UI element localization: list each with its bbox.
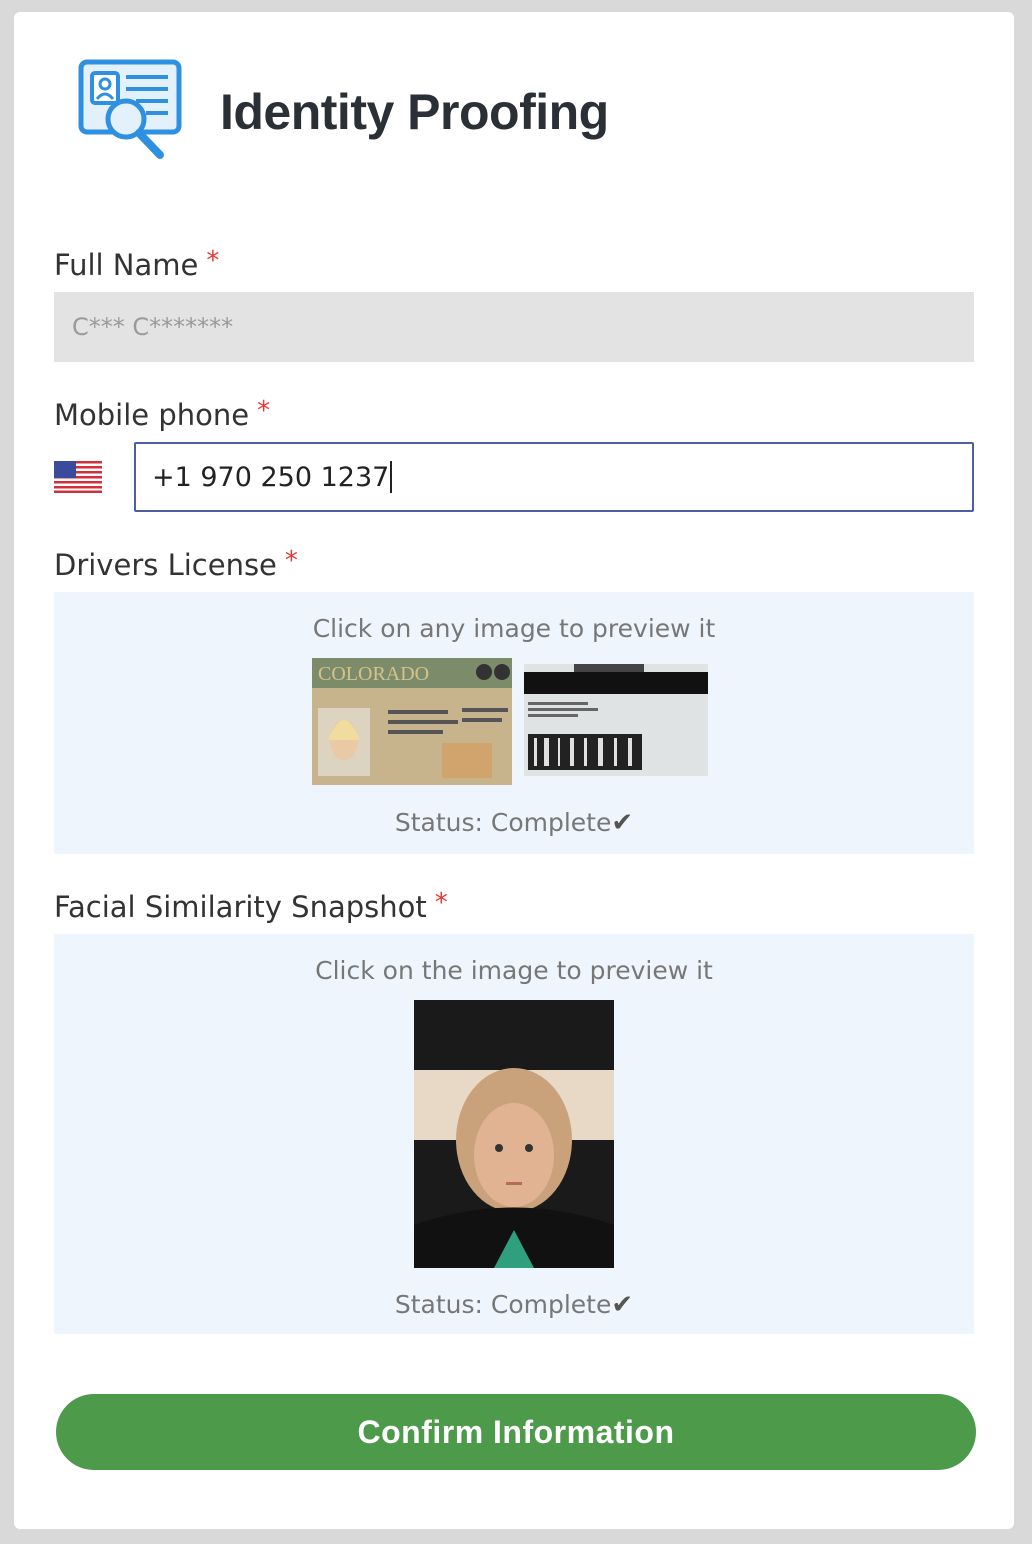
app-title: Identity Proofing xyxy=(220,84,609,140)
drivers-license-label-text: Drivers License xyxy=(54,548,277,582)
license-preview-hint: Click on any image to preview it xyxy=(312,614,716,643)
license-front-image[interactable]: COLORADO xyxy=(312,658,512,785)
snapshot-status-text: Status: Complete xyxy=(394,1290,612,1319)
text-caret xyxy=(390,461,393,493)
confirm-information-button[interactable]: Confirm Information xyxy=(56,1394,976,1470)
facial-snapshot-panel: Click on the image to preview it Status:… xyxy=(54,934,974,1334)
face-snapshot-image[interactable] xyxy=(414,1000,614,1268)
full-name-field: C*** C******* xyxy=(54,292,974,362)
full-name-label-text: Full Name xyxy=(54,248,199,282)
drivers-license-panel: Click on any image to preview it COLORAD… xyxy=(54,592,974,854)
mobile-phone-input[interactable]: +1 970 250 1237 xyxy=(134,442,974,512)
checkmark-icon: ✔ xyxy=(611,1290,634,1320)
license-status: Status: Complete✔ xyxy=(54,808,974,838)
facial-snapshot-label-text: Facial Similarity Snapshot xyxy=(54,890,427,924)
mobile-phone-value: +1 970 250 1237 xyxy=(152,461,390,493)
required-mark: * xyxy=(257,396,271,426)
snapshot-preview-hint: Click on the image to preview it xyxy=(315,956,713,985)
mobile-phone-label: Mobile phone * xyxy=(54,396,271,432)
license-back-image[interactable] xyxy=(524,664,708,776)
required-mark: * xyxy=(206,246,220,276)
identity-form-card: Identity Proofing Full Name * C*** C*****… xyxy=(14,12,1014,1529)
required-mark: * xyxy=(284,546,298,576)
snapshot-status: Status: Complete✔ xyxy=(54,1290,974,1320)
header: Identity Proofing xyxy=(78,50,609,174)
license-thumbnails: COLORADO xyxy=(312,658,708,785)
drivers-license-label: Drivers License * xyxy=(54,546,298,582)
id-card-search-icon xyxy=(78,59,182,159)
required-mark: * xyxy=(434,888,448,918)
checkmark-icon: ✔ xyxy=(611,808,634,838)
full-name-label: Full Name * xyxy=(54,246,220,282)
mobile-phone-label-text: Mobile phone xyxy=(54,398,250,432)
license-state-text: COLORADO xyxy=(318,663,429,685)
license-status-text: Status: Complete xyxy=(394,808,612,837)
us-flag-icon[interactable] xyxy=(54,461,102,493)
facial-snapshot-label: Facial Similarity Snapshot * xyxy=(54,888,448,924)
